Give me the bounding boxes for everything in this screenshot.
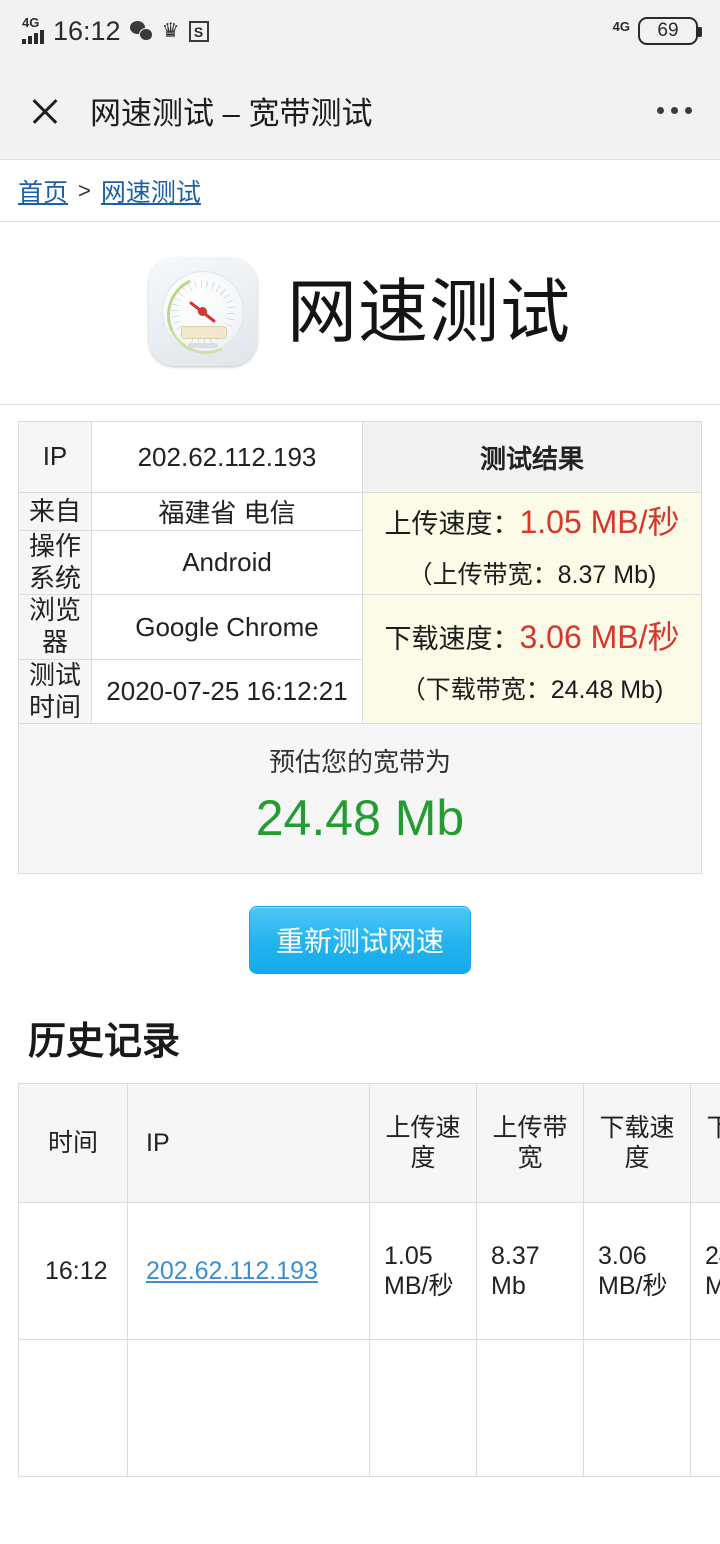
history-col-time: 时间 xyxy=(18,1083,128,1204)
signal-strength-icon: 4G xyxy=(22,15,44,44)
breadcrumb-home-link[interactable]: 首页 xyxy=(18,173,68,209)
table-row-partial xyxy=(18,1339,720,1478)
history-cell-upload-speed: 1.05 MB/秒 xyxy=(369,1202,477,1341)
upload-speed-value: 1.05 MB/秒 xyxy=(519,503,680,540)
wechat-icon xyxy=(129,21,153,41)
history-cell-partial xyxy=(369,1339,477,1478)
history-cell-partial xyxy=(476,1339,584,1478)
retest-button-row: 重新测试网速 xyxy=(0,874,720,1010)
battery-percent-label: 69 xyxy=(657,20,679,41)
gauge-readout xyxy=(181,326,227,339)
history-col-download-speed: 下载速度 xyxy=(583,1083,691,1204)
battery-icon: 69 xyxy=(638,17,702,45)
estimate-caption: 预估您的宽带为 xyxy=(268,747,451,778)
history-cell-partial xyxy=(127,1339,370,1478)
gauge-sublabel xyxy=(188,343,218,348)
network-type-label: 4G xyxy=(22,15,40,30)
gauge-face xyxy=(156,265,256,365)
table-row: 浏览器 Google Chrome 下载速度：3.06 MB/秒 （下载带宽：2… xyxy=(18,594,702,725)
row-value-os: Android xyxy=(91,529,363,596)
page-heading: 网速测试 xyxy=(287,273,571,351)
row-label-os: 操作系统 xyxy=(18,529,92,596)
history-col-upload-bandwidth: 上传带宽 xyxy=(476,1083,584,1204)
upload-speed-label: 上传速度： xyxy=(384,508,520,539)
result-section: IP 202.62.112.193 测试结果 来自 福建省 电信 上传速度：1.… xyxy=(0,405,720,725)
upload-speed-line: 上传速度：1.05 MB/秒 xyxy=(363,497,701,543)
download-bandwidth-line: （下载带宽：24.48 Mb) xyxy=(400,676,664,705)
more-options-icon[interactable] xyxy=(657,107,692,114)
breadcrumb: 首页 > 网速测试 xyxy=(0,160,720,222)
estimate-value: 24.48 Mb xyxy=(255,790,465,847)
history-col-ip: IP xyxy=(127,1083,370,1204)
speedometer-icon xyxy=(149,258,257,366)
history-cell-time: 16:12 xyxy=(18,1202,128,1341)
status-bar-left: 4G 16:12 ♛ S xyxy=(22,15,209,46)
history-col-download-bandwidth: 下载带宽 xyxy=(690,1083,720,1204)
status-bar: 4G 16:12 ♛ S 4G 69 xyxy=(0,0,720,62)
download-speed-value: 3.06 MB/秒 xyxy=(519,619,680,656)
close-icon[interactable] xyxy=(28,94,62,128)
table-row: IP 202.62.112.193 测试结果 xyxy=(18,421,702,493)
download-speed-line: 下载速度：3.06 MB/秒 xyxy=(363,612,701,658)
breadcrumb-separator: > xyxy=(78,177,91,203)
download-result-cell: 下载速度：3.06 MB/秒 （下载带宽：24.48 Mb) xyxy=(362,594,702,725)
signal-bars-icon xyxy=(22,30,44,44)
history-ip-link[interactable]: 202.62.112.193 xyxy=(146,1257,318,1285)
history-cell-download-bandwidth: 24.48 Mb xyxy=(690,1202,720,1341)
app-bar: 网速测试 – 宽带测试 xyxy=(0,62,720,160)
history-cell-partial xyxy=(18,1339,128,1478)
result-table: IP 202.62.112.193 测试结果 来自 福建省 电信 上传速度：1.… xyxy=(18,421,702,725)
result-header-cell: 测试结果 xyxy=(362,421,702,493)
gauge-hub xyxy=(198,307,207,316)
row-value-from: 福建省 电信 xyxy=(91,492,363,531)
download-speed-label: 下载速度： xyxy=(384,624,520,655)
row-value-ip: 202.62.112.193 xyxy=(91,421,363,493)
row-value-test-time: 2020-07-25 16:12:21 xyxy=(91,658,363,725)
breadcrumb-current-link[interactable]: 网速测试 xyxy=(101,173,201,209)
table-row: 来自 福建省 电信 上传速度：1.05 MB/秒 （上传带宽：8.37 Mb) xyxy=(18,491,702,596)
history-heading: 历史记录 xyxy=(28,1021,181,1064)
page-title: 网速测试 – 宽带测试 xyxy=(90,96,373,131)
history-col-upload-speed: 上传速度 xyxy=(369,1083,477,1204)
history-cell-upload-bandwidth: 8.37 Mb xyxy=(476,1202,584,1341)
page-header: 网速测试 xyxy=(0,222,720,405)
row-label-test-time: 测试时间 xyxy=(18,658,92,725)
row-label-browser: 浏览器 xyxy=(18,594,92,660)
retest-button[interactable]: 重新测试网速 xyxy=(248,906,471,975)
s-app-icon: S xyxy=(188,20,209,42)
history-cell-partial xyxy=(583,1339,691,1478)
history-cell-ip: 202.62.112.193 xyxy=(127,1202,370,1341)
history-cell-download-speed: 3.06 MB/秒 xyxy=(583,1202,691,1341)
table-row: 16:12 202.62.112.193 1.05 MB/秒 8.37 Mb 3… xyxy=(18,1202,720,1341)
history-cell-partial xyxy=(690,1339,720,1478)
row-label-ip: IP xyxy=(18,421,92,493)
history-section: 时间 IP 上传速度 上传带宽 下载速度 下载带宽 16:12 202.62.1… xyxy=(0,1083,720,1478)
upload-result-cell: 上传速度：1.05 MB/秒 （上传带宽：8.37 Mb) xyxy=(362,491,702,596)
network-type-right-label: 4G xyxy=(612,18,630,34)
upload-bandwidth-line: （上传带宽：8.37 Mb) xyxy=(407,560,657,589)
status-bar-right: 4G 69 xyxy=(612,17,702,45)
history-header-row: 时间 IP 上传速度 上传带宽 下载速度 下载带宽 xyxy=(18,1083,720,1204)
row-label-from: 来自 xyxy=(18,492,92,531)
row-value-browser: Google Chrome xyxy=(91,594,363,660)
status-bar-clock: 16:12 xyxy=(53,15,121,46)
history-table: 时间 IP 上传速度 上传带宽 下载速度 下载带宽 16:12 202.62.1… xyxy=(18,1083,720,1478)
estimate-panel: 预估您的宽带为 24.48 Mb xyxy=(18,724,702,875)
crown-icon: ♛ xyxy=(161,20,180,42)
